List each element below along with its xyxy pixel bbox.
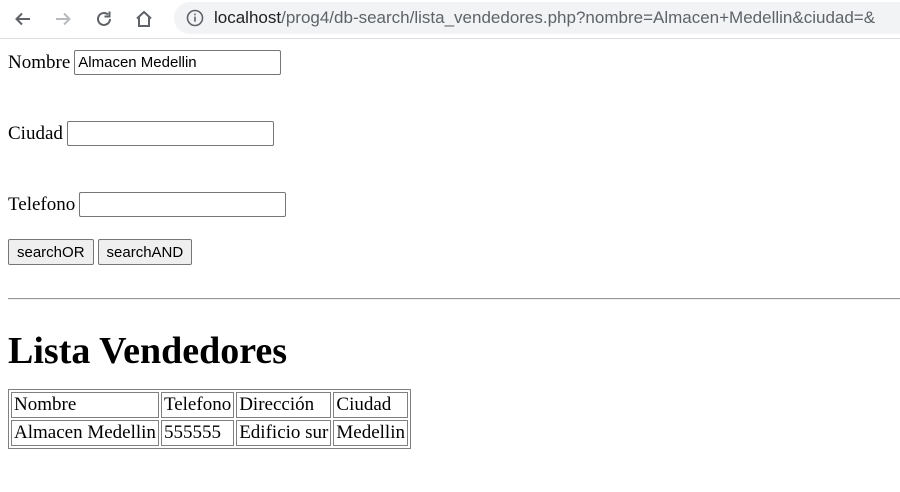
table-row: Almacen Medellin 555555 Edificio sur Med…: [11, 420, 408, 446]
header-telefono: Telefono: [160, 392, 235, 418]
url-path: /prog4/db-search/lista_vendedores.php?no…: [281, 8, 876, 27]
telefono-row: Telefono: [8, 192, 892, 217]
cell-nombre: Almacen Medellin: [11, 420, 159, 446]
home-icon: [136, 10, 152, 27]
nombre-input[interactable]: [74, 50, 282, 75]
vendedores-table: Nombre Telefono Dirección Ciudad Almacen…: [8, 389, 411, 449]
reload-icon: [97, 11, 111, 26]
telefono-input[interactable]: [79, 192, 287, 217]
page-title: Lista Vendedores: [8, 330, 288, 372]
browser-toolbar: localhost/prog4/db-search/lista_vendedor…: [0, 0, 900, 39]
search-or-button[interactable]: searchOR: [8, 239, 94, 265]
url-text: localhost/prog4/db-search/lista_vendedor…: [214, 8, 875, 28]
url-host: localhost: [214, 8, 282, 27]
info-icon[interactable]: [186, 9, 204, 27]
back-button[interactable]: [8, 4, 38, 34]
cell-direccion: Edificio sur: [236, 420, 332, 446]
header-ciudad: Ciudad: [333, 392, 408, 418]
reload-button[interactable]: [89, 4, 119, 34]
forward-button[interactable]: [48, 4, 78, 34]
search-and-button[interactable]: searchAND: [97, 239, 193, 265]
search-buttons: searchOR searchAND: [8, 239, 892, 265]
header-nombre: Nombre: [11, 392, 159, 418]
table-header-row: Nombre Telefono Dirección Ciudad: [11, 392, 408, 418]
ciudad-label: Ciudad: [8, 122, 63, 144]
back-arrow-icon: [15, 12, 30, 26]
ciudad-input[interactable]: [66, 121, 274, 146]
telefono-label: Telefono: [8, 193, 76, 215]
nombre-label: Nombre: [8, 51, 71, 73]
cell-ciudad: Medellin: [333, 420, 408, 446]
home-button[interactable]: [129, 4, 159, 34]
divider: [8, 298, 900, 300]
address-bar[interactable]: localhost/prog4/db-search/lista_vendedor…: [174, 2, 900, 34]
nombre-row: Nombre: [8, 50, 892, 75]
cell-telefono: 555555: [160, 420, 235, 446]
search-form: Nombre Ciudad Telefono searchOR searchAN…: [0, 50, 900, 265]
forward-arrow-icon: [56, 12, 71, 26]
header-direccion: Dirección: [236, 392, 332, 418]
ciudad-row: Ciudad: [8, 121, 892, 146]
